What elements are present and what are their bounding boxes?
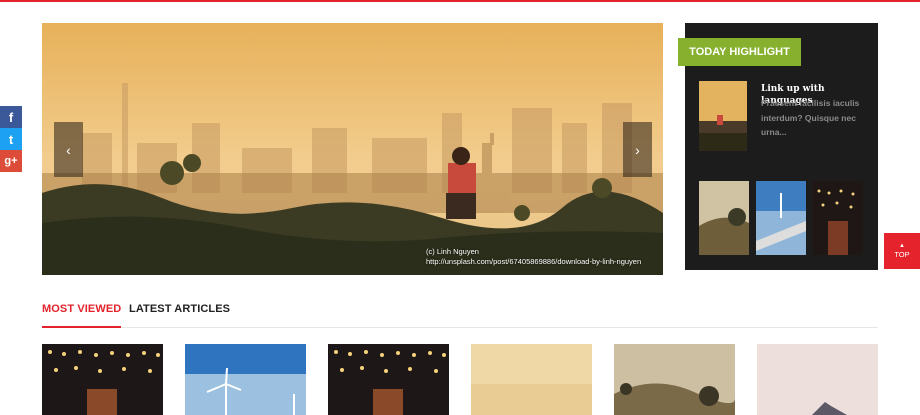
credit-url: http://unsplash.com/post/67405869886/dow…	[426, 257, 642, 266]
tab-most-viewed[interactable]: MOST VIEWED	[42, 303, 122, 328]
featured-excerpt: Praesent facilisis iaculis interdum? Qui…	[761, 98, 860, 137]
featured-thumbnail[interactable]	[699, 81, 747, 151]
credit-name: (c) Linh Nguyen	[426, 247, 479, 256]
article-thumbnail[interactable]	[185, 344, 306, 415]
article-tabs: MOST VIEWED LATEST ARTICLES	[42, 303, 878, 328]
article-thumbnail[interactable]	[471, 344, 592, 415]
today-highlight-panel: TODAY HIGHLIGHT Link up with languages P…	[678, 23, 878, 270]
highlight-thumbnail[interactable]	[699, 181, 749, 255]
social-share-bar: f t g+	[0, 106, 22, 172]
highlight-thumbnail[interactable]	[756, 181, 806, 255]
twitter-icon[interactable]: t	[0, 128, 22, 150]
arrow-up-icon: ▲	[899, 243, 905, 249]
back-to-top-button[interactable]: ▲ TOP	[884, 233, 920, 269]
facebook-icon[interactable]: f	[0, 106, 22, 128]
today-highlight-label: TODAY HIGHLIGHT	[678, 38, 801, 66]
google-plus-icon[interactable]: g+	[0, 150, 22, 172]
back-to-top-label: TOP	[894, 250, 910, 259]
highlight-thumbnail[interactable]	[813, 181, 863, 255]
article-thumbnail[interactable]	[42, 344, 163, 415]
tab-latest-articles[interactable]: LATEST ARTICLES	[129, 303, 230, 326]
hero-slider: ‹ › (c) Linh Nguyen http://unsplash.com/…	[42, 23, 663, 275]
hero-image	[42, 23, 663, 275]
slider-prev-button[interactable]: ‹	[54, 122, 83, 177]
image-credit: (c) Linh Nguyen http://unsplash.com/post…	[426, 247, 641, 267]
article-thumbnail[interactable]	[614, 344, 735, 415]
top-accent-bar	[0, 0, 920, 2]
article-thumbnail[interactable]	[328, 344, 449, 415]
article-thumbnail[interactable]	[757, 344, 878, 415]
slider-next-button[interactable]: ›	[623, 122, 652, 177]
